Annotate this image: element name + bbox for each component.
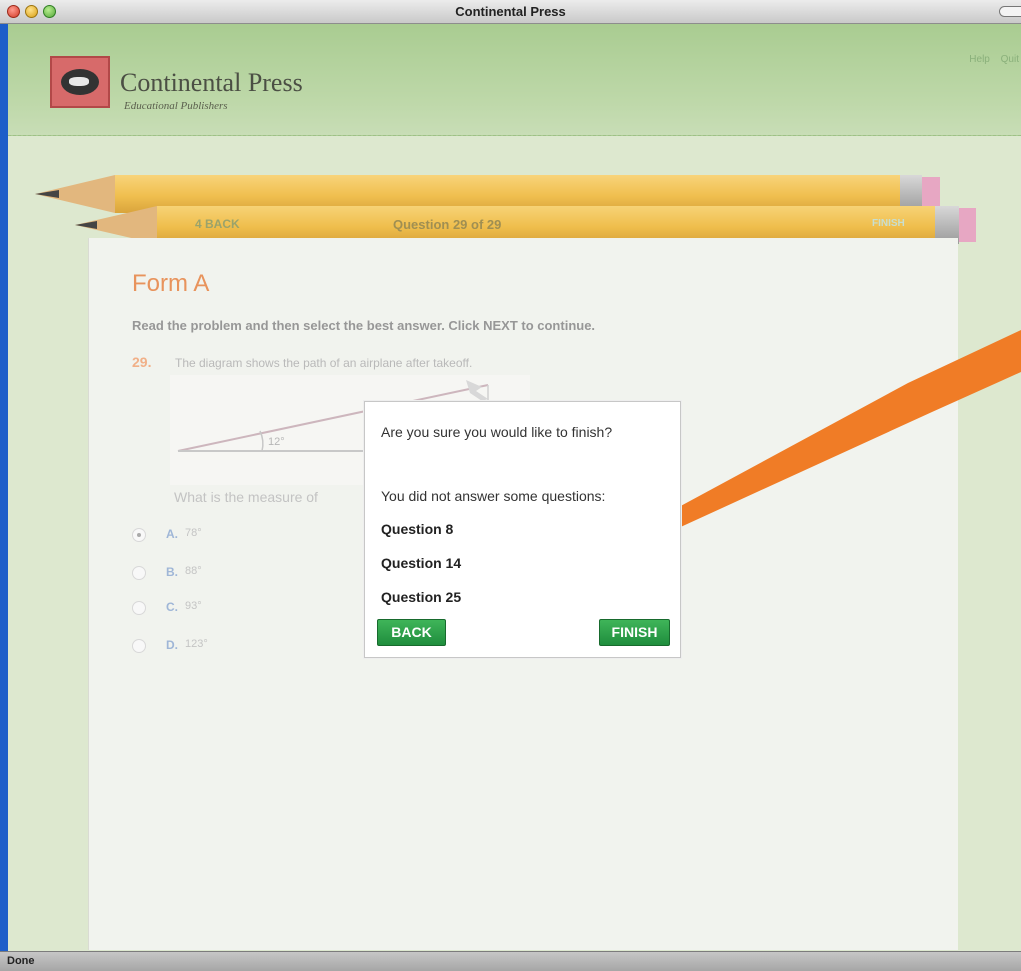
question-prompt: What is the measure of	[174, 489, 318, 505]
company-logo	[50, 56, 110, 108]
form-title: Form A	[132, 270, 210, 297]
logo-mark-icon	[61, 69, 99, 95]
company-name: Continental Press	[120, 68, 303, 97]
unanswered-question-item: Question 8	[381, 521, 454, 537]
radio-icon[interactable]	[132, 639, 146, 653]
choice-answer: 88°	[185, 565, 202, 577]
nav-finish-button[interactable]: FINISH	[872, 218, 905, 229]
desktop-edge	[0, 24, 8, 951]
quit-link[interactable]: Quit	[1001, 54, 1019, 65]
unanswered-question-item: Question 14	[381, 555, 462, 571]
radio-selected-icon[interactable]	[132, 528, 146, 542]
site-header: Continental Press Educational Publishers…	[8, 24, 1021, 136]
choice-letter: C.	[166, 600, 178, 614]
unanswered-warning-text: You did not answer some questions:	[381, 488, 606, 504]
status-bar: Done	[0, 951, 1021, 971]
browser-window: Continental Press Continental Press Educ…	[0, 0, 1021, 971]
toolbar-toggle-button[interactable]	[999, 6, 1021, 17]
choice-answer: 78°	[185, 527, 202, 539]
callout-arrow-icon	[640, 330, 1021, 541]
window-title: Continental Press	[455, 4, 566, 19]
radio-icon[interactable]	[132, 601, 146, 615]
title-bar: Continental Press	[0, 0, 1021, 24]
instructions: Read the problem and then select the bes…	[132, 318, 596, 333]
angle-label: 12°	[268, 436, 285, 448]
dialog-back-button[interactable]: BACK	[377, 619, 446, 646]
header-links: Help Quit	[961, 54, 1019, 65]
company-tagline: Educational Publishers	[124, 100, 228, 112]
question-counter: Question 29 of 29	[393, 217, 502, 232]
unanswered-question-item: Question 25	[381, 589, 462, 605]
pencil-eraser	[959, 208, 976, 242]
choice-answer: 93°	[185, 600, 202, 612]
question-number: 29.	[132, 354, 152, 370]
choice-letter: B.	[166, 565, 178, 579]
dialog-finish-button[interactable]: FINISH	[599, 619, 670, 646]
choice-letter: A.	[166, 527, 178, 541]
question-text: The diagram shows the path of an airplan…	[175, 356, 473, 370]
help-link[interactable]: Help	[969, 54, 990, 65]
choice-letter: D.	[166, 638, 178, 652]
finish-confirmation-dialog: Are you sure you would like to finish? Y…	[364, 401, 681, 658]
confirm-finish-text: Are you sure you would like to finish?	[381, 424, 613, 440]
nav-back-button[interactable]: 4 BACK	[195, 217, 240, 231]
radio-icon[interactable]	[132, 566, 146, 580]
choice-answer: 123°	[185, 638, 208, 650]
status-text: Done	[7, 955, 35, 967]
